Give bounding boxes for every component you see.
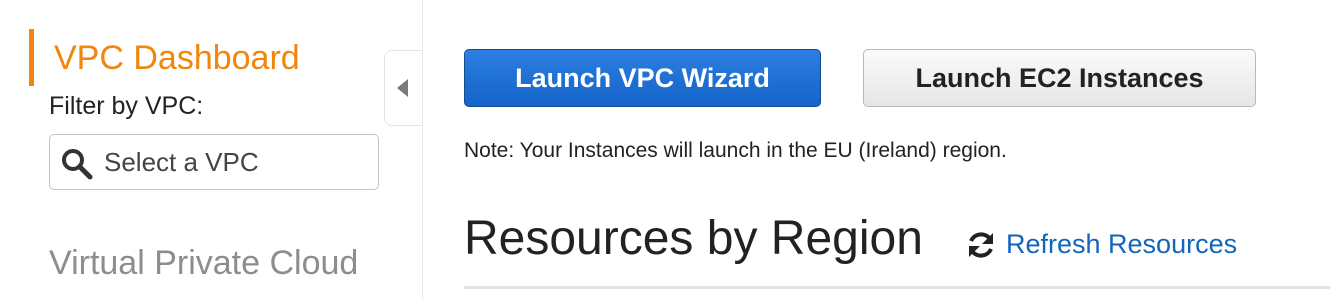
sidebar-section-virtual-private-cloud: Virtual Private Cloud — [49, 244, 359, 282]
sidebar-item-vpc-dashboard[interactable]: VPC Dashboard — [54, 36, 300, 80]
launch-ec2-instances-button[interactable]: Launch EC2 Instances — [863, 49, 1256, 107]
search-icon — [62, 149, 93, 180]
refresh-resources-label: Refresh Resources — [1006, 229, 1238, 259]
section-divider — [464, 286, 1330, 289]
launch-vpc-wizard-button[interactable]: Launch VPC Wizard — [464, 49, 821, 107]
vpc-console-page: VPC Dashboard Filter by VPC: Select a VP… — [0, 0, 1330, 300]
region-note: Note: Your Instances will launch in the … — [464, 139, 1007, 162]
chevron-left-icon — [397, 79, 408, 97]
vpc-filter-placeholder: Select a VPC — [104, 147, 259, 177]
vpc-filter-select[interactable]: Select a VPC — [49, 134, 379, 190]
sidebar-collapse-button[interactable] — [384, 50, 422, 126]
resources-by-region-heading: Resources by Region — [464, 212, 923, 265]
sidebar: VPC Dashboard Filter by VPC: Select a VP… — [0, 0, 423, 300]
filter-by-vpc-label: Filter by VPC: — [49, 92, 204, 120]
refresh-icon — [969, 232, 993, 258]
sidebar-active-indicator — [29, 29, 34, 86]
